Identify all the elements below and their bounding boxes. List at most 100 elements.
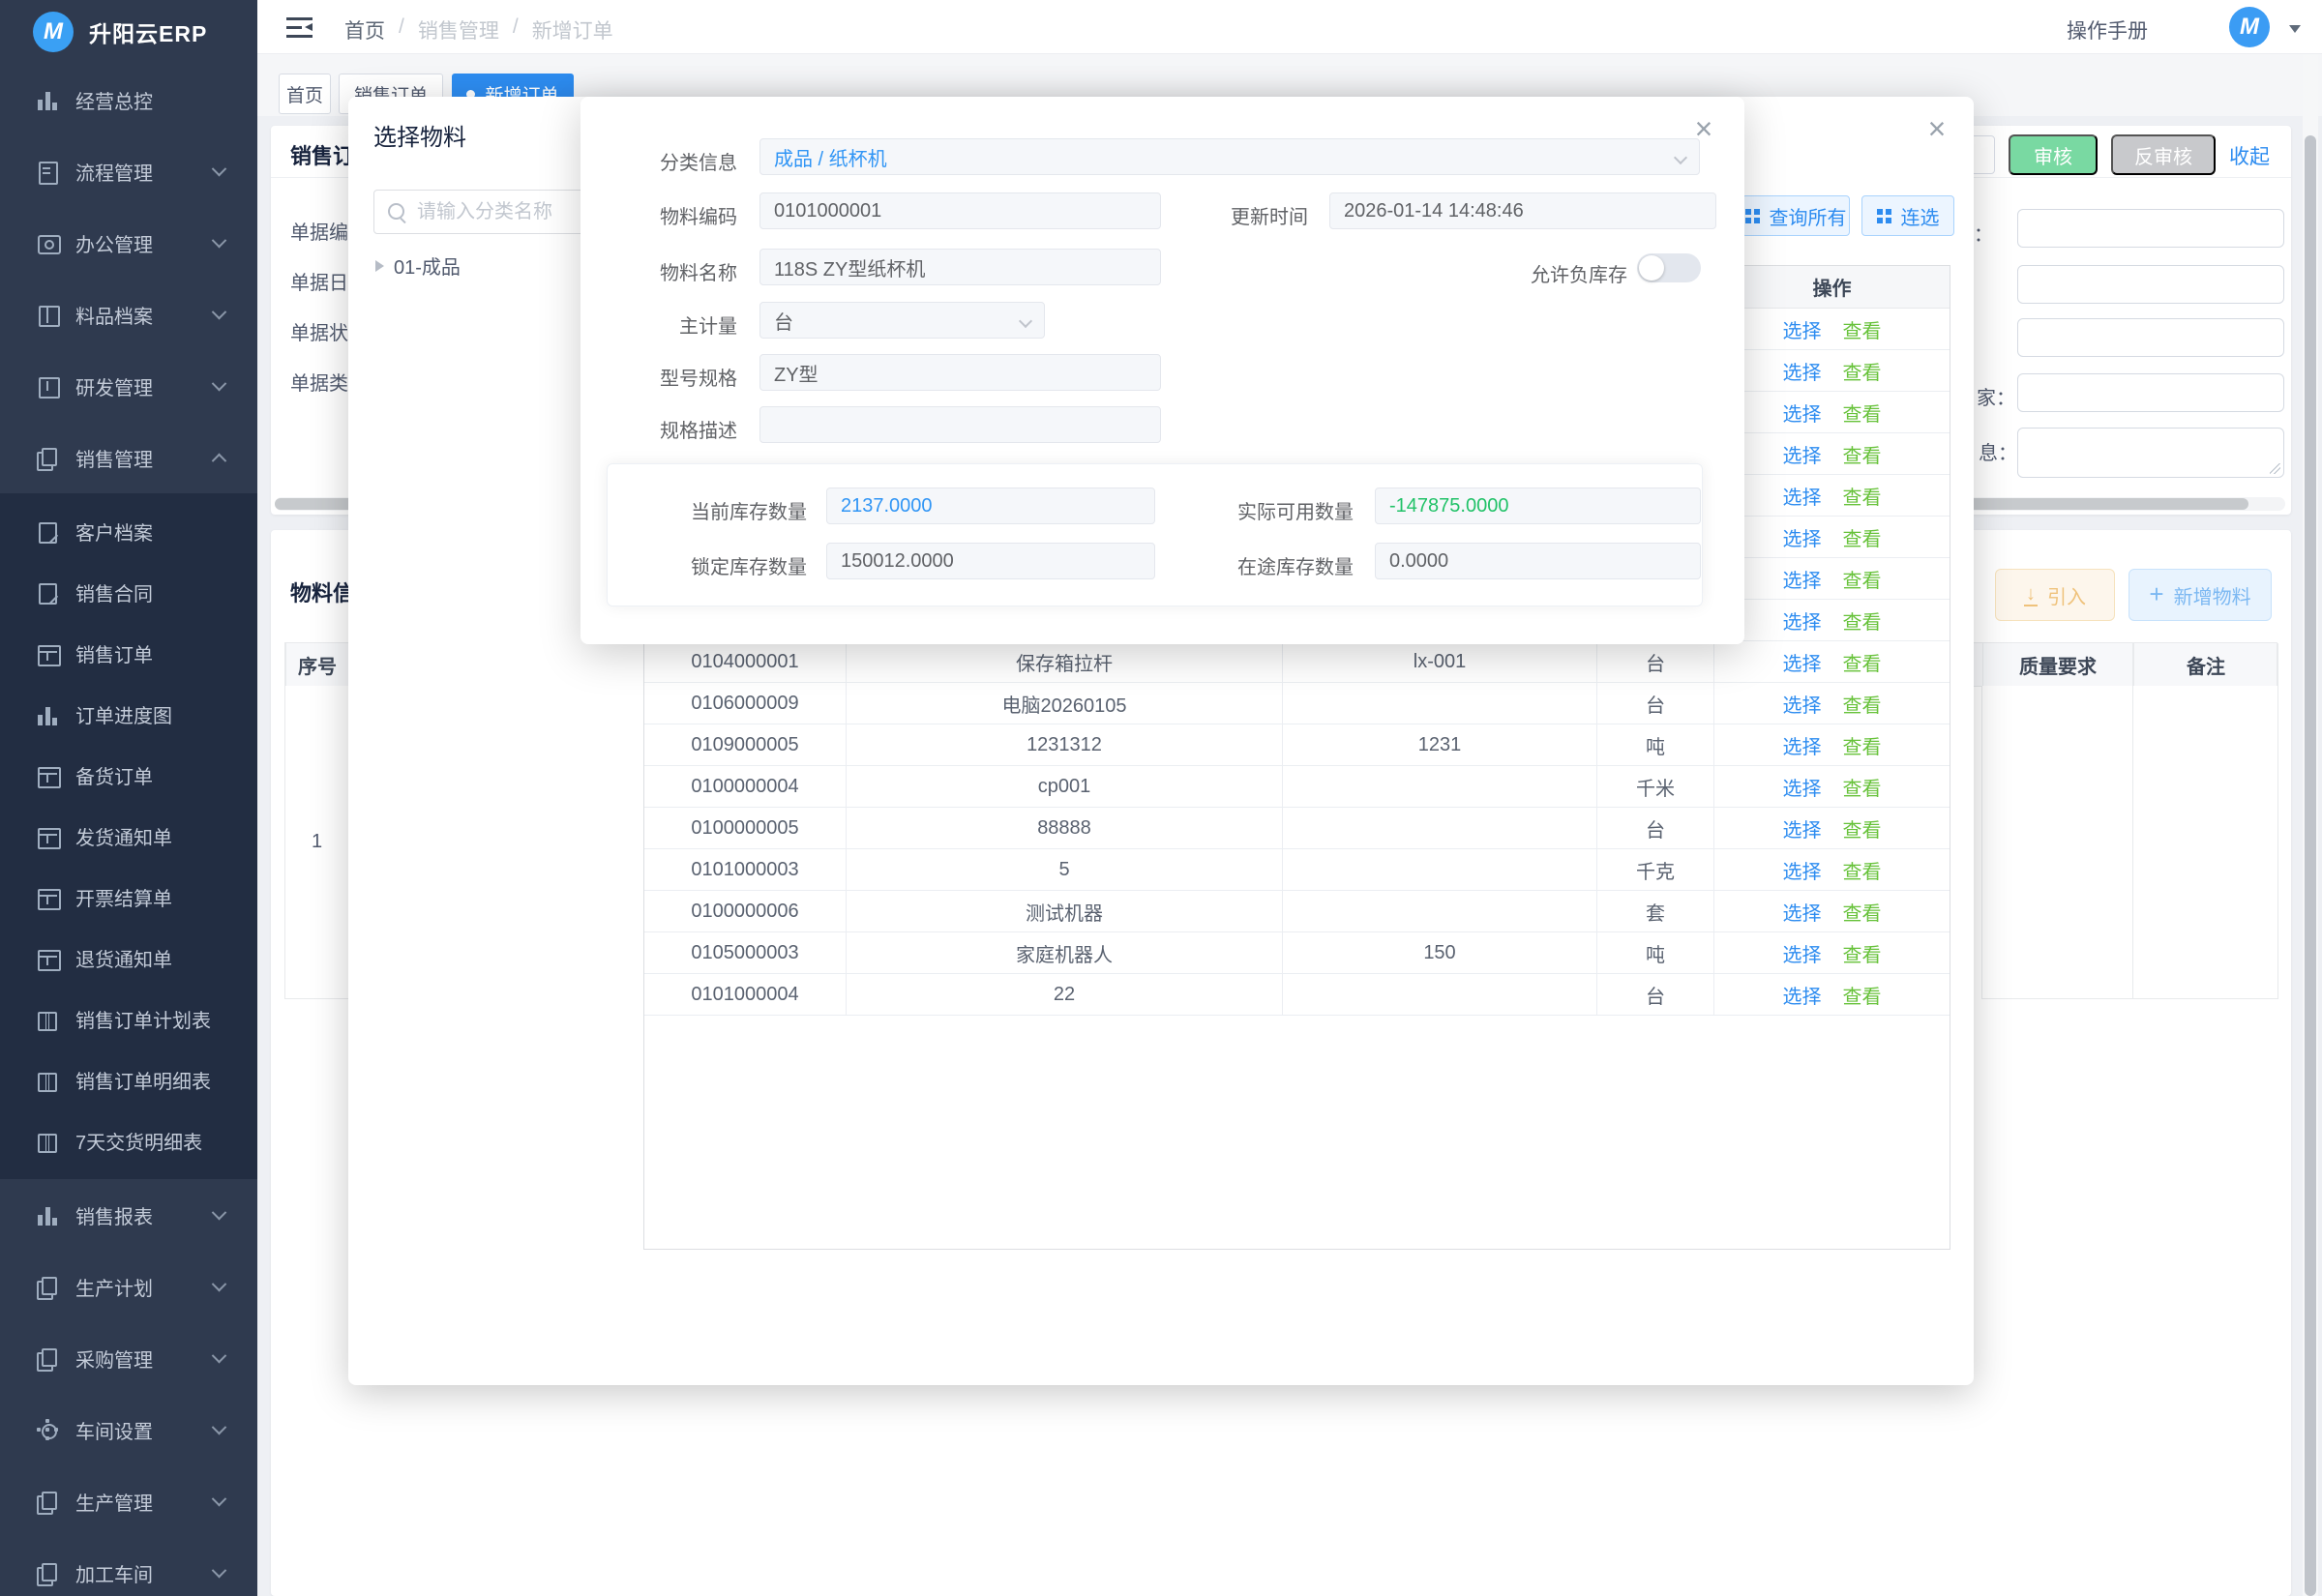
add-material-button[interactable]: 新增物料 <box>2128 569 2272 621</box>
select-link[interactable]: 选择 <box>1783 399 1822 427</box>
view-link[interactable]: 查看 <box>1843 482 1882 510</box>
view-link[interactable]: 查看 <box>1843 399 1882 427</box>
user-avatar[interactable]: M <box>2229 7 2270 47</box>
sidebar-item[interactable]: 料品档案 <box>0 279 257 350</box>
import-button[interactable]: 引入 <box>1995 569 2115 621</box>
sidebar-item[interactable]: 车间设置 <box>0 1394 257 1465</box>
sidebar-subitem[interactable]: 销售订单明细表 <box>0 1049 257 1110</box>
vertical-scrollbar-thumb[interactable] <box>2305 135 2316 1596</box>
sidebar-subitem[interactable]: 销售订单 <box>0 623 257 684</box>
sidebar-subitem[interactable]: 备货订单 <box>0 745 257 806</box>
sidebar-menu-top: 经营总控 流程管理 办公管理 料品档案 <box>0 64 257 493</box>
sidebar-item[interactable]: 生产计划 <box>0 1251 257 1322</box>
sidebar-item[interactable]: 加工车间 <box>0 1537 257 1596</box>
sidebar-subitem[interactable]: 销售订单计划表 <box>0 989 257 1049</box>
view-link[interactable]: 查看 <box>1843 731 1882 759</box>
select-link[interactable]: 选择 <box>1783 648 1822 676</box>
select-link[interactable]: 选择 <box>1783 814 1822 842</box>
select-link[interactable]: 选择 <box>1783 315 1822 343</box>
sidebar-item[interactable]: 流程管理 <box>0 135 257 207</box>
order-input[interactable] <box>2017 373 2284 412</box>
sidebar-item[interactable]: 采购管理 <box>0 1322 257 1394</box>
order-textarea[interactable] <box>2017 428 2284 478</box>
available-stock-label: 实际可用数量 <box>1197 496 1354 524</box>
unit-select[interactable]: 台 <box>759 302 1045 339</box>
app-logo[interactable]: M 升阳云ERP <box>0 0 257 64</box>
view-link[interactable]: 查看 <box>1843 357 1882 385</box>
sidebar-subitem[interactable]: 开票结算单 <box>0 867 257 928</box>
code-input[interactable] <box>759 192 1161 229</box>
sidebar-item[interactable]: 研发管理 <box>0 350 257 422</box>
select-link[interactable]: 选择 <box>1783 939 1822 967</box>
breadcrumb-home[interactable]: 首页 <box>344 15 385 44</box>
avatar-dropdown-caret[interactable] <box>2289 25 2301 33</box>
view-link[interactable]: 查看 <box>1843 565 1882 593</box>
breadcrumb-sales[interactable]: 销售管理 <box>418 15 499 44</box>
breadcrumb-new-order[interactable]: 新增订单 <box>532 15 613 44</box>
unaudit-button[interactable]: 反审核 <box>2111 134 2216 175</box>
view-link[interactable]: 查看 <box>1843 773 1882 801</box>
view-link[interactable]: 查看 <box>1843 981 1882 1009</box>
category-tree-node[interactable]: 01-成品 <box>375 251 461 280</box>
sidebar-subitem[interactable]: 发货通知单 <box>0 806 257 867</box>
transit-stock-input[interactable] <box>1375 543 1701 579</box>
resize-handle-icon[interactable] <box>2270 463 2280 474</box>
select-link[interactable]: 选择 <box>1783 565 1822 593</box>
table-row: 0100000005 88888 台 选择 查看 <box>644 808 1950 849</box>
view-link[interactable]: 查看 <box>1843 523 1882 551</box>
grid-icon <box>1877 209 1891 223</box>
order-input[interactable] <box>2017 318 2284 357</box>
sidebar-subitem[interactable]: 订单进度图 <box>0 684 257 745</box>
view-link[interactable]: 查看 <box>1843 315 1882 343</box>
view-link[interactable]: 查看 <box>1843 648 1882 676</box>
sidebar-item[interactable]: 办公管理 <box>0 207 257 279</box>
select-link[interactable]: 选择 <box>1783 606 1822 635</box>
spec-input[interactable] <box>759 354 1161 391</box>
sidebar-item[interactable]: 销售管理 <box>0 422 257 493</box>
tab-home[interactable]: 首页 <box>279 74 331 114</box>
order-input[interactable] <box>2017 265 2284 304</box>
sidebar-item[interactable]: 生产管理 <box>0 1465 257 1537</box>
tree-expand-caret-icon[interactable] <box>375 260 384 272</box>
category-select[interactable]: 成品 / 纸杯机 <box>759 138 1700 175</box>
select-link[interactable]: 选择 <box>1783 981 1822 1009</box>
locked-stock-input[interactable] <box>826 543 1155 579</box>
select-link[interactable]: 选择 <box>1783 440 1822 468</box>
select-link[interactable]: 选择 <box>1783 357 1822 385</box>
select-link[interactable]: 选择 <box>1783 773 1822 801</box>
sidebar-item[interactable]: 销售报表 <box>0 1179 257 1251</box>
available-stock-input[interactable] <box>1375 488 1701 524</box>
select-link[interactable]: 选择 <box>1783 523 1822 551</box>
select-link[interactable]: 选择 <box>1783 898 1822 926</box>
select-link[interactable]: 选择 <box>1783 482 1822 510</box>
select-link[interactable]: 选择 <box>1783 856 1822 884</box>
sidebar-subitem[interactable]: 7天交货明细表 <box>0 1110 257 1171</box>
desc-input[interactable] <box>759 406 1161 443</box>
updated-time-input[interactable] <box>1329 192 1716 229</box>
sidebar-item[interactable]: 经营总控 <box>0 64 257 135</box>
name-input[interactable] <box>759 249 1161 285</box>
multi-select-button[interactable]: 连选 <box>1861 195 1954 236</box>
view-link[interactable]: 查看 <box>1843 856 1882 884</box>
sidebar-collapse-icon[interactable] <box>286 17 313 38</box>
sidebar-subitem[interactable]: 退货通知单 <box>0 928 257 989</box>
close-icon[interactable] <box>1921 114 1952 145</box>
cell-unit: 台 <box>1597 683 1714 724</box>
view-link[interactable]: 查看 <box>1843 440 1882 468</box>
view-link[interactable]: 查看 <box>1843 690 1882 718</box>
current-stock-input[interactable] <box>826 488 1155 524</box>
order-input[interactable] <box>2017 209 2284 248</box>
collapse-link[interactable]: 收起 <box>2229 141 2270 170</box>
select-link[interactable]: 选择 <box>1783 690 1822 718</box>
view-link[interactable]: 查看 <box>1843 898 1882 926</box>
sidebar-subitem[interactable]: 销售合同 <box>0 562 257 623</box>
manual-link[interactable]: 操作手册 <box>2067 15 2148 44</box>
sidebar-subitem[interactable]: 客户档案 <box>0 501 257 562</box>
view-link[interactable]: 查看 <box>1843 814 1882 842</box>
negative-stock-toggle[interactable] <box>1637 253 1701 282</box>
audit-button[interactable]: 审核 <box>2009 134 2098 175</box>
view-link[interactable]: 查看 <box>1843 939 1882 967</box>
select-link[interactable]: 选择 <box>1783 731 1822 759</box>
view-link[interactable]: 查看 <box>1843 606 1882 635</box>
query-all-button[interactable]: 查询所有 <box>1742 195 1850 236</box>
